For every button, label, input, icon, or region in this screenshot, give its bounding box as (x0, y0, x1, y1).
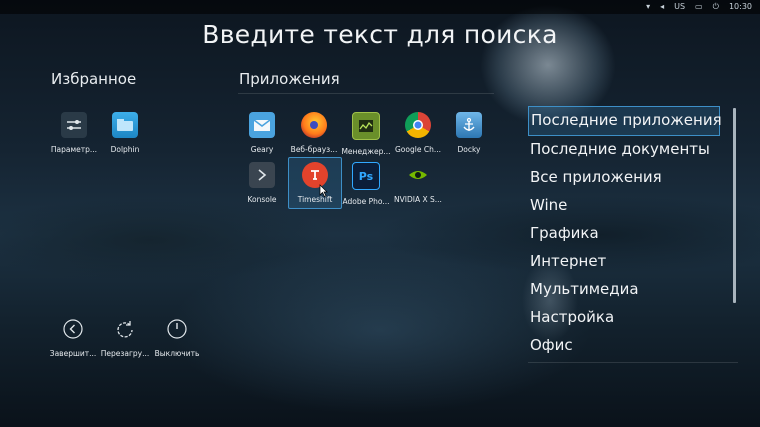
category-list: Последние приложения Последние документы… (528, 106, 722, 360)
app-konsole[interactable]: Konsole (236, 158, 288, 208)
power-label: Перезагру... (100, 349, 150, 358)
task-manager-icon (352, 112, 380, 140)
category-recent-docs[interactable]: Последние документы (528, 136, 720, 164)
top-panel: ▾ ◂ US ▭ ⏻ 10:30 (0, 0, 760, 14)
category-office[interactable]: Офис (528, 332, 720, 360)
nvidia-icon (405, 162, 431, 188)
power-label: Выключить (154, 349, 200, 358)
category-all-apps[interactable]: Все приложения (528, 164, 720, 192)
photoshop-icon: Ps (352, 162, 380, 190)
logout-icon (63, 319, 83, 339)
apps-heading: Приложения (239, 70, 340, 88)
app-label: Google Ch... (395, 145, 441, 154)
folder-icon (112, 112, 138, 138)
mouse-cursor-icon (319, 184, 328, 197)
anchor-icon (456, 112, 482, 138)
app-web-browser[interactable]: Веб-брауз... (288, 108, 340, 158)
app-label: Geary (250, 145, 274, 154)
category-wine[interactable]: Wine (528, 192, 720, 220)
search-field[interactable]: Введите текст для поиска (0, 20, 760, 49)
shutdown-button[interactable]: Выключить (152, 319, 202, 358)
category-divider (528, 362, 738, 363)
power-label: Завершит... (49, 349, 97, 358)
app-nvidia-settings[interactable]: NVIDIA X S... (392, 158, 444, 208)
favorites-heading: Избранное (51, 70, 137, 88)
category-graphics[interactable]: Графика (528, 220, 720, 248)
kicker-dashboard: { "search_title": "Введите текст для пои… (0, 0, 760, 427)
app-label: Docky (457, 145, 481, 154)
tray-network-icon[interactable]: ▾ (646, 2, 650, 12)
app-label: Веб-брауз... (290, 145, 338, 154)
system-tray: ▾ ◂ US ▭ ⏻ 10:30 (646, 2, 752, 12)
terminal-icon (249, 162, 275, 188)
chrome-icon (405, 112, 431, 138)
app-geary[interactable]: Geary (236, 108, 288, 158)
app-google-chrome[interactable]: Google Ch... (392, 108, 444, 158)
tray-lang[interactable]: US (674, 2, 685, 12)
restart-button[interactable]: Перезагру... (100, 319, 150, 358)
app-timeshift[interactable]: Timeshift (288, 157, 342, 209)
firefox-icon (301, 112, 327, 138)
category-multimedia[interactable]: Мультимедиа (528, 276, 720, 304)
tray-clock[interactable]: 10:30 (729, 2, 752, 12)
app-label: Konsole (247, 195, 277, 204)
category-internet[interactable]: Интернет (528, 248, 720, 276)
app-docky[interactable]: Docky (443, 108, 495, 158)
category-recent-apps[interactable]: Последние приложения (528, 106, 722, 136)
tray-power-icon[interactable]: ⏻ (713, 2, 719, 12)
tray-volume-icon[interactable]: ◂ (660, 2, 664, 12)
tray-battery-icon[interactable]: ▭ (695, 2, 703, 12)
geary-mail-icon (249, 112, 275, 138)
app-label: Timeshift (297, 195, 333, 204)
app-label: NVIDIA X S... (394, 195, 442, 204)
power-icon (167, 319, 187, 339)
favorite-label: Dolphin (110, 145, 140, 154)
category-settings[interactable]: Настройка (528, 304, 720, 332)
favorite-dolphin[interactable]: Dolphin (99, 108, 151, 158)
app-label: Менеджер... (341, 147, 391, 156)
logout-button[interactable]: Завершит... (48, 319, 98, 358)
app-adobe-photoshop[interactable]: Ps Adobe Pho... (340, 158, 392, 208)
favorite-settings[interactable]: Параметр... (48, 108, 100, 158)
restart-icon (117, 321, 133, 338)
category-scrollbar[interactable] (733, 108, 736, 303)
favorite-label: Параметр... (50, 145, 98, 154)
apps-divider (238, 93, 494, 94)
app-task-manager[interactable]: Менеджер... (340, 108, 392, 158)
app-label: Adobe Pho... (342, 197, 390, 206)
settings-sliders-icon (61, 112, 87, 138)
